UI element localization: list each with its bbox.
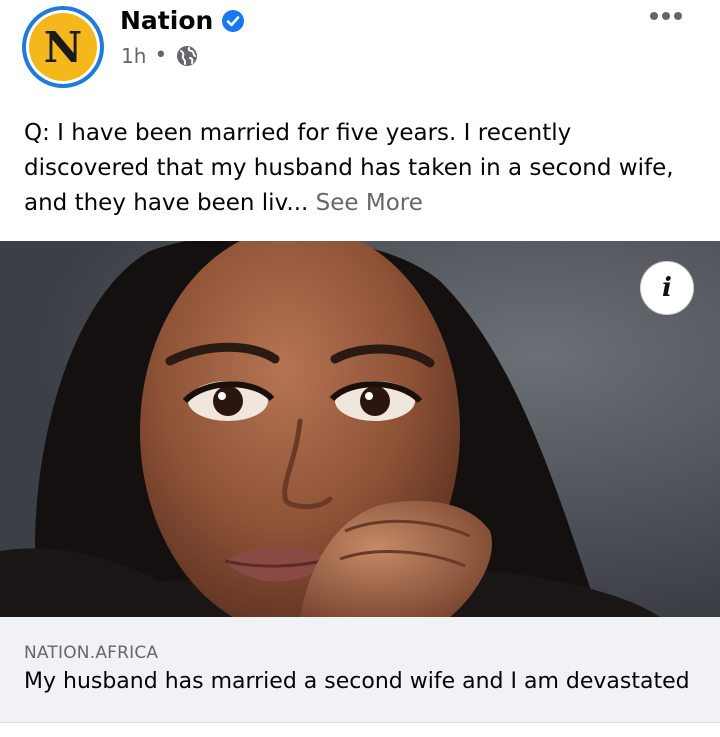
link-preview[interactable]: NATION.AFRICA My husband has married a s… [0, 617, 720, 723]
more-dot [650, 12, 658, 20]
post-meta: 1h • [121, 44, 199, 68]
globe-icon[interactable] [175, 44, 199, 68]
more-dot [674, 12, 682, 20]
post-time[interactable]: 1h [121, 44, 146, 68]
verified-badge-icon [222, 9, 245, 32]
post-image[interactable]: i [0, 241, 720, 617]
page-name-row: Nation [120, 6, 245, 35]
more-options-icon[interactable] [650, 12, 682, 20]
meta-separator: • [154, 43, 168, 68]
avatar-ring: N [26, 10, 100, 84]
link-domain: NATION.AFRICA [24, 643, 159, 663]
info-button[interactable]: i [640, 261, 694, 315]
link-title[interactable]: My husband has married a second wife and… [24, 669, 704, 694]
portrait-photo [0, 241, 720, 617]
see-more-link[interactable]: See More [316, 190, 423, 216]
post-header: N Nation 1h • [0, 0, 720, 100]
page-name[interactable]: Nation [120, 6, 213, 35]
page-avatar[interactable]: N [22, 6, 104, 88]
more-dot [662, 12, 670, 20]
avatar-logo: N [29, 13, 97, 81]
post-text: Q: I have been married for five years. I… [24, 116, 700, 221]
